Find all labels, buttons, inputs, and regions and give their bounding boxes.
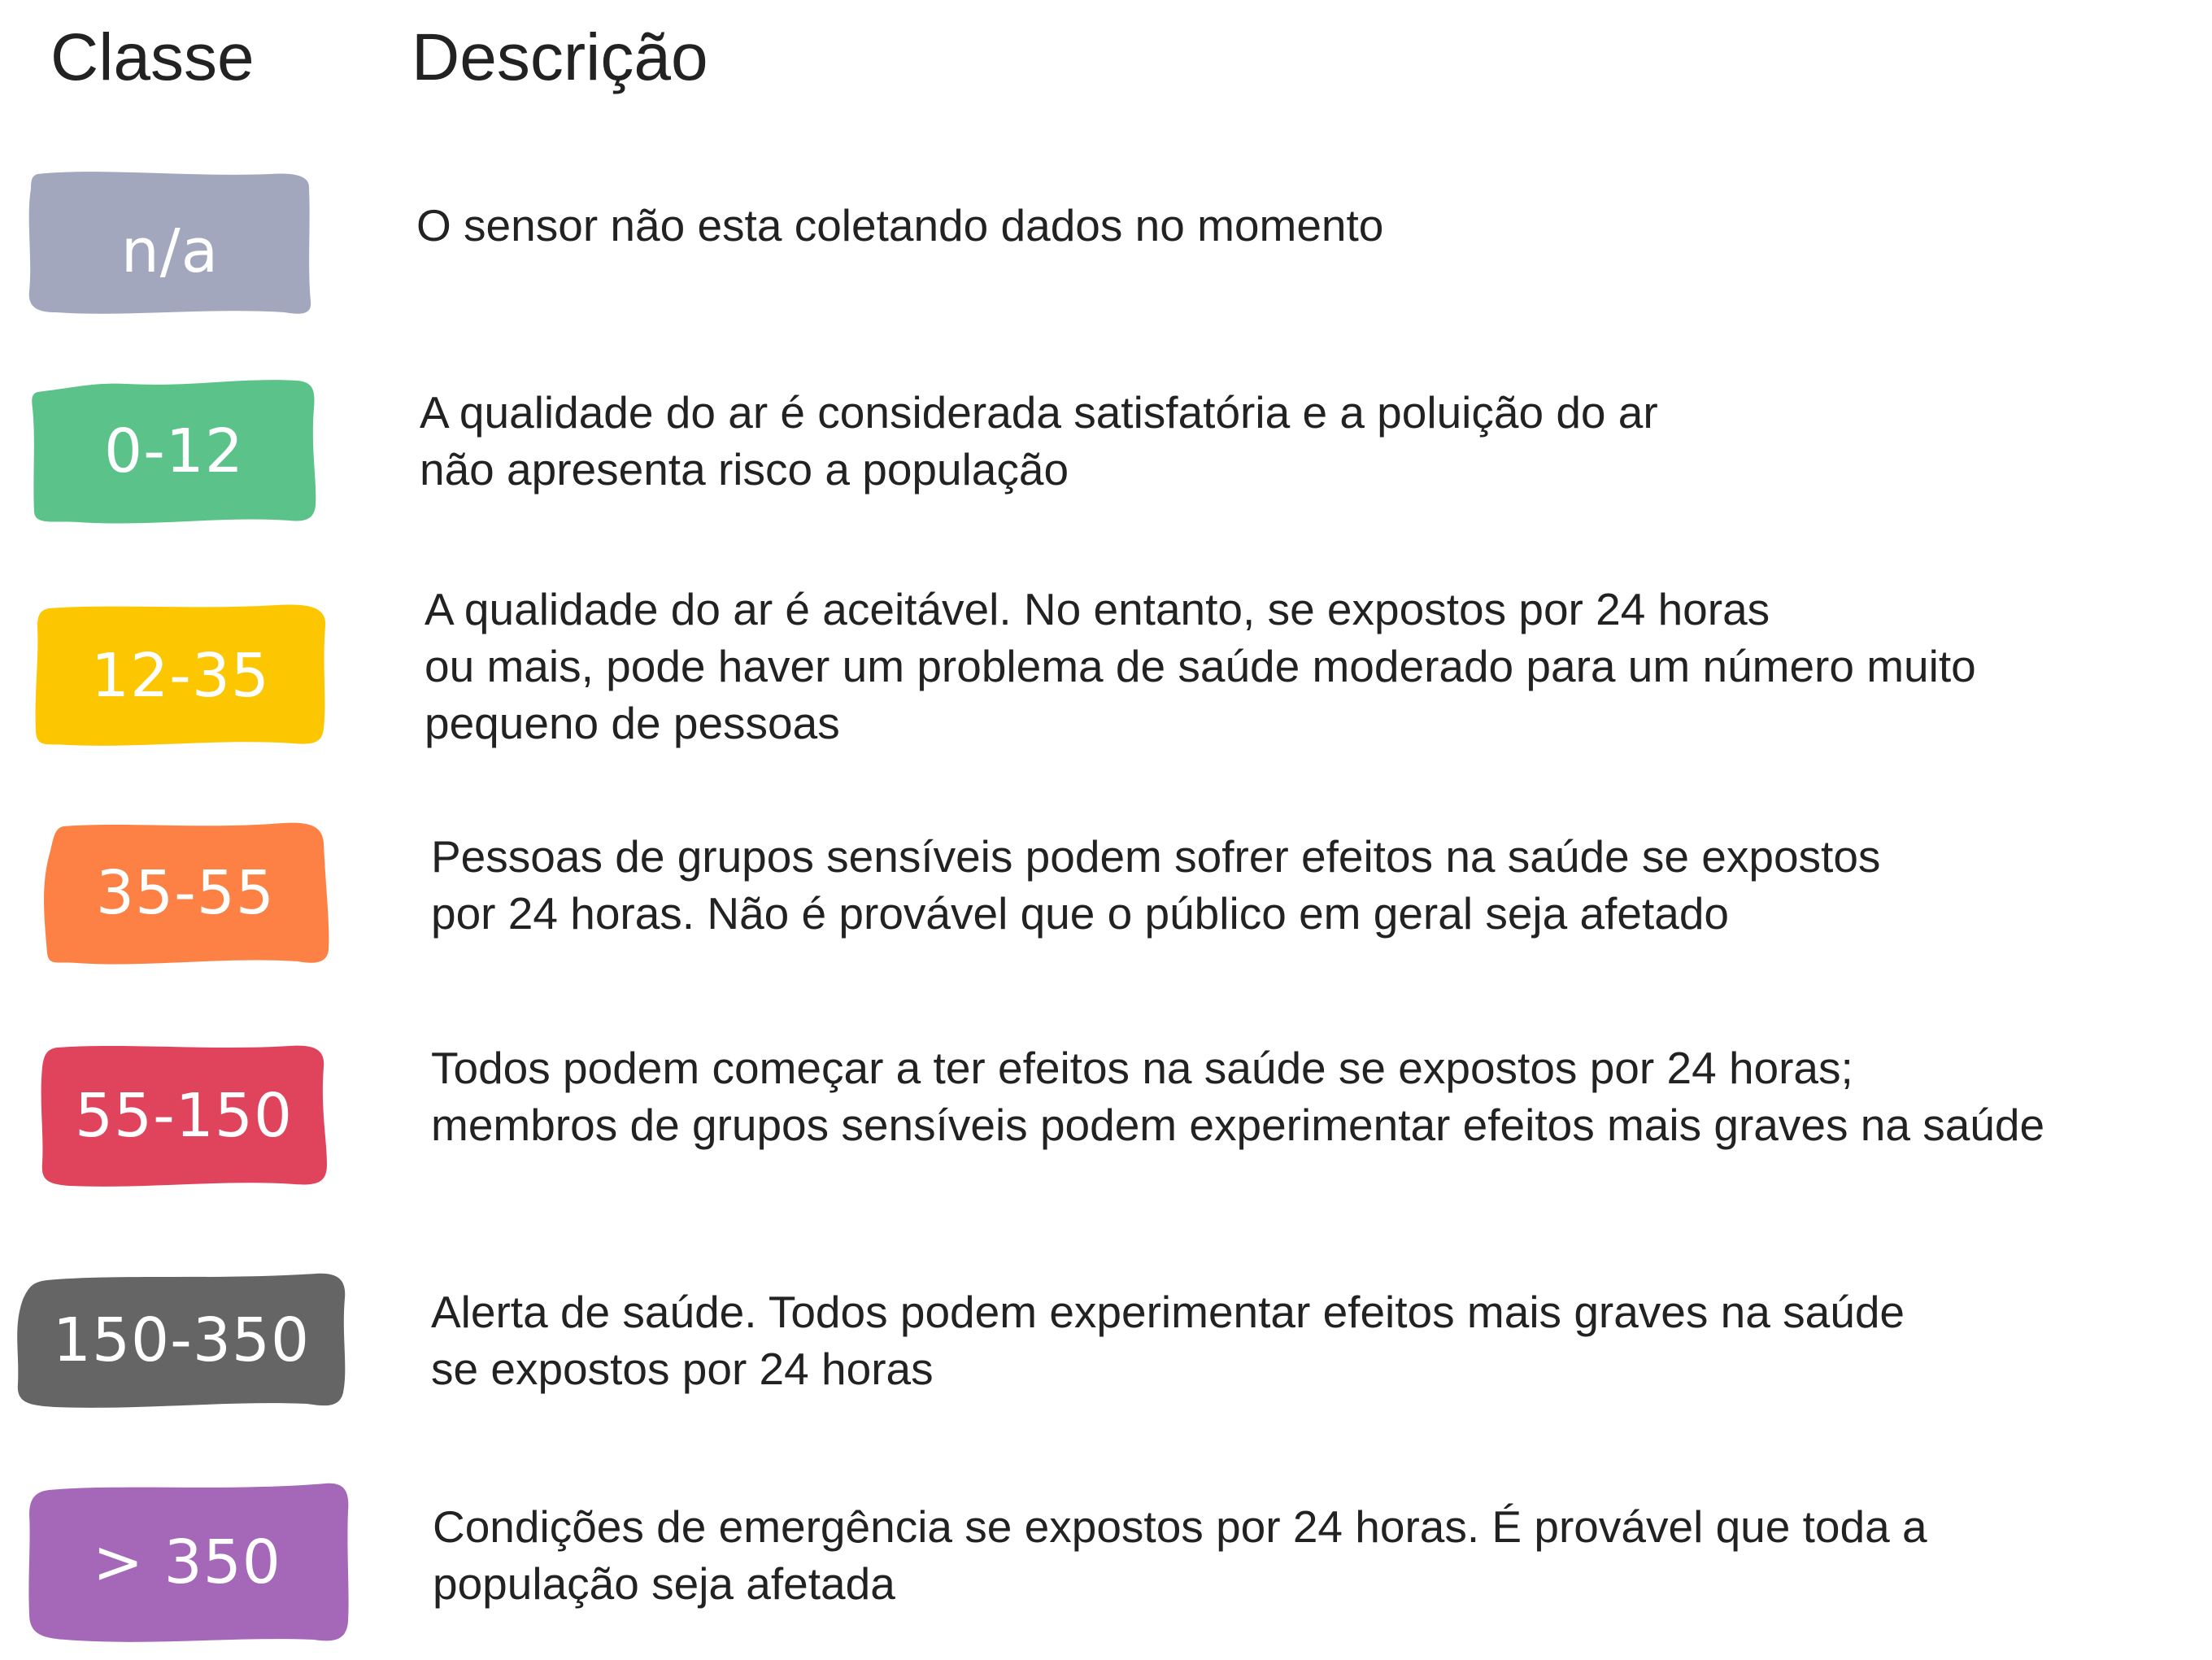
class-badge-na: n/a [26, 169, 314, 317]
classe-header: Classe [50, 20, 255, 94]
description-0-12: A qualidade do ar é considerada satisfat… [420, 384, 1658, 498]
description-12-35: A qualidade do ar é aceitável. No entant… [425, 581, 1976, 752]
description-line: Alerta de saúde. Todos podem experimenta… [431, 1287, 1905, 1337]
description-over-350: Condições de emergência se expostos por … [433, 1498, 1927, 1612]
description-line: se expostos por 24 horas [431, 1344, 934, 1394]
class-label: n/a [120, 216, 220, 286]
description-line: O sensor não esta coletando dados no mom… [416, 200, 1384, 251]
class-label: 0-12 [104, 416, 244, 486]
description-line: Pessoas de grupos sensíveis podem sofrer… [431, 831, 1881, 882]
class-badge-12-35: 12-35 [33, 602, 329, 750]
description-line: Todos podem começar a ter efeitos na saú… [431, 1043, 1853, 1093]
description-150-350: Alerta de saúde. Todos podem experimenta… [431, 1283, 1905, 1397]
description-line: A qualidade do ar é aceitável. No entant… [425, 584, 1770, 634]
class-badge-55-150: 55-150 [37, 1043, 330, 1189]
description-line: não apresenta risco a população [420, 444, 1069, 495]
description-line: por 24 horas. Não é provável que o públi… [431, 888, 1730, 939]
descricao-header: Descrição [411, 20, 708, 94]
description-line: população seja afetada [433, 1558, 895, 1609]
class-badge-35-55: 35-55 [39, 818, 332, 968]
class-label: 55-150 [74, 1081, 294, 1151]
class-badge-150-350: 150-350 [15, 1270, 348, 1410]
description-line: membros de grupos sensíveis podem experi… [431, 1100, 2045, 1150]
description-na: O sensor não esta coletando dados no mom… [416, 197, 1383, 254]
description-line: pequeno de pessoas [425, 698, 840, 748]
class-label: > 350 [93, 1527, 281, 1597]
description-line: A qualidade do ar é considerada satisfat… [420, 387, 1658, 438]
class-badge-0-12: 0-12 [29, 376, 319, 527]
description-line: ou mais, pode haver um problema de saúde… [425, 641, 1976, 691]
description-35-55: Pessoas de grupos sensíveis podem sofrer… [431, 828, 1880, 942]
description-line: Condições de emergência se expostos por … [433, 1501, 1927, 1552]
class-label: 150-350 [52, 1305, 311, 1375]
class-label: 12-35 [90, 641, 271, 711]
class-label: 35-55 [95, 858, 276, 928]
class-badge-over-350: > 350 [24, 1479, 350, 1646]
description-55-150: Todos podem começar a ter efeitos na saú… [431, 1039, 2044, 1153]
